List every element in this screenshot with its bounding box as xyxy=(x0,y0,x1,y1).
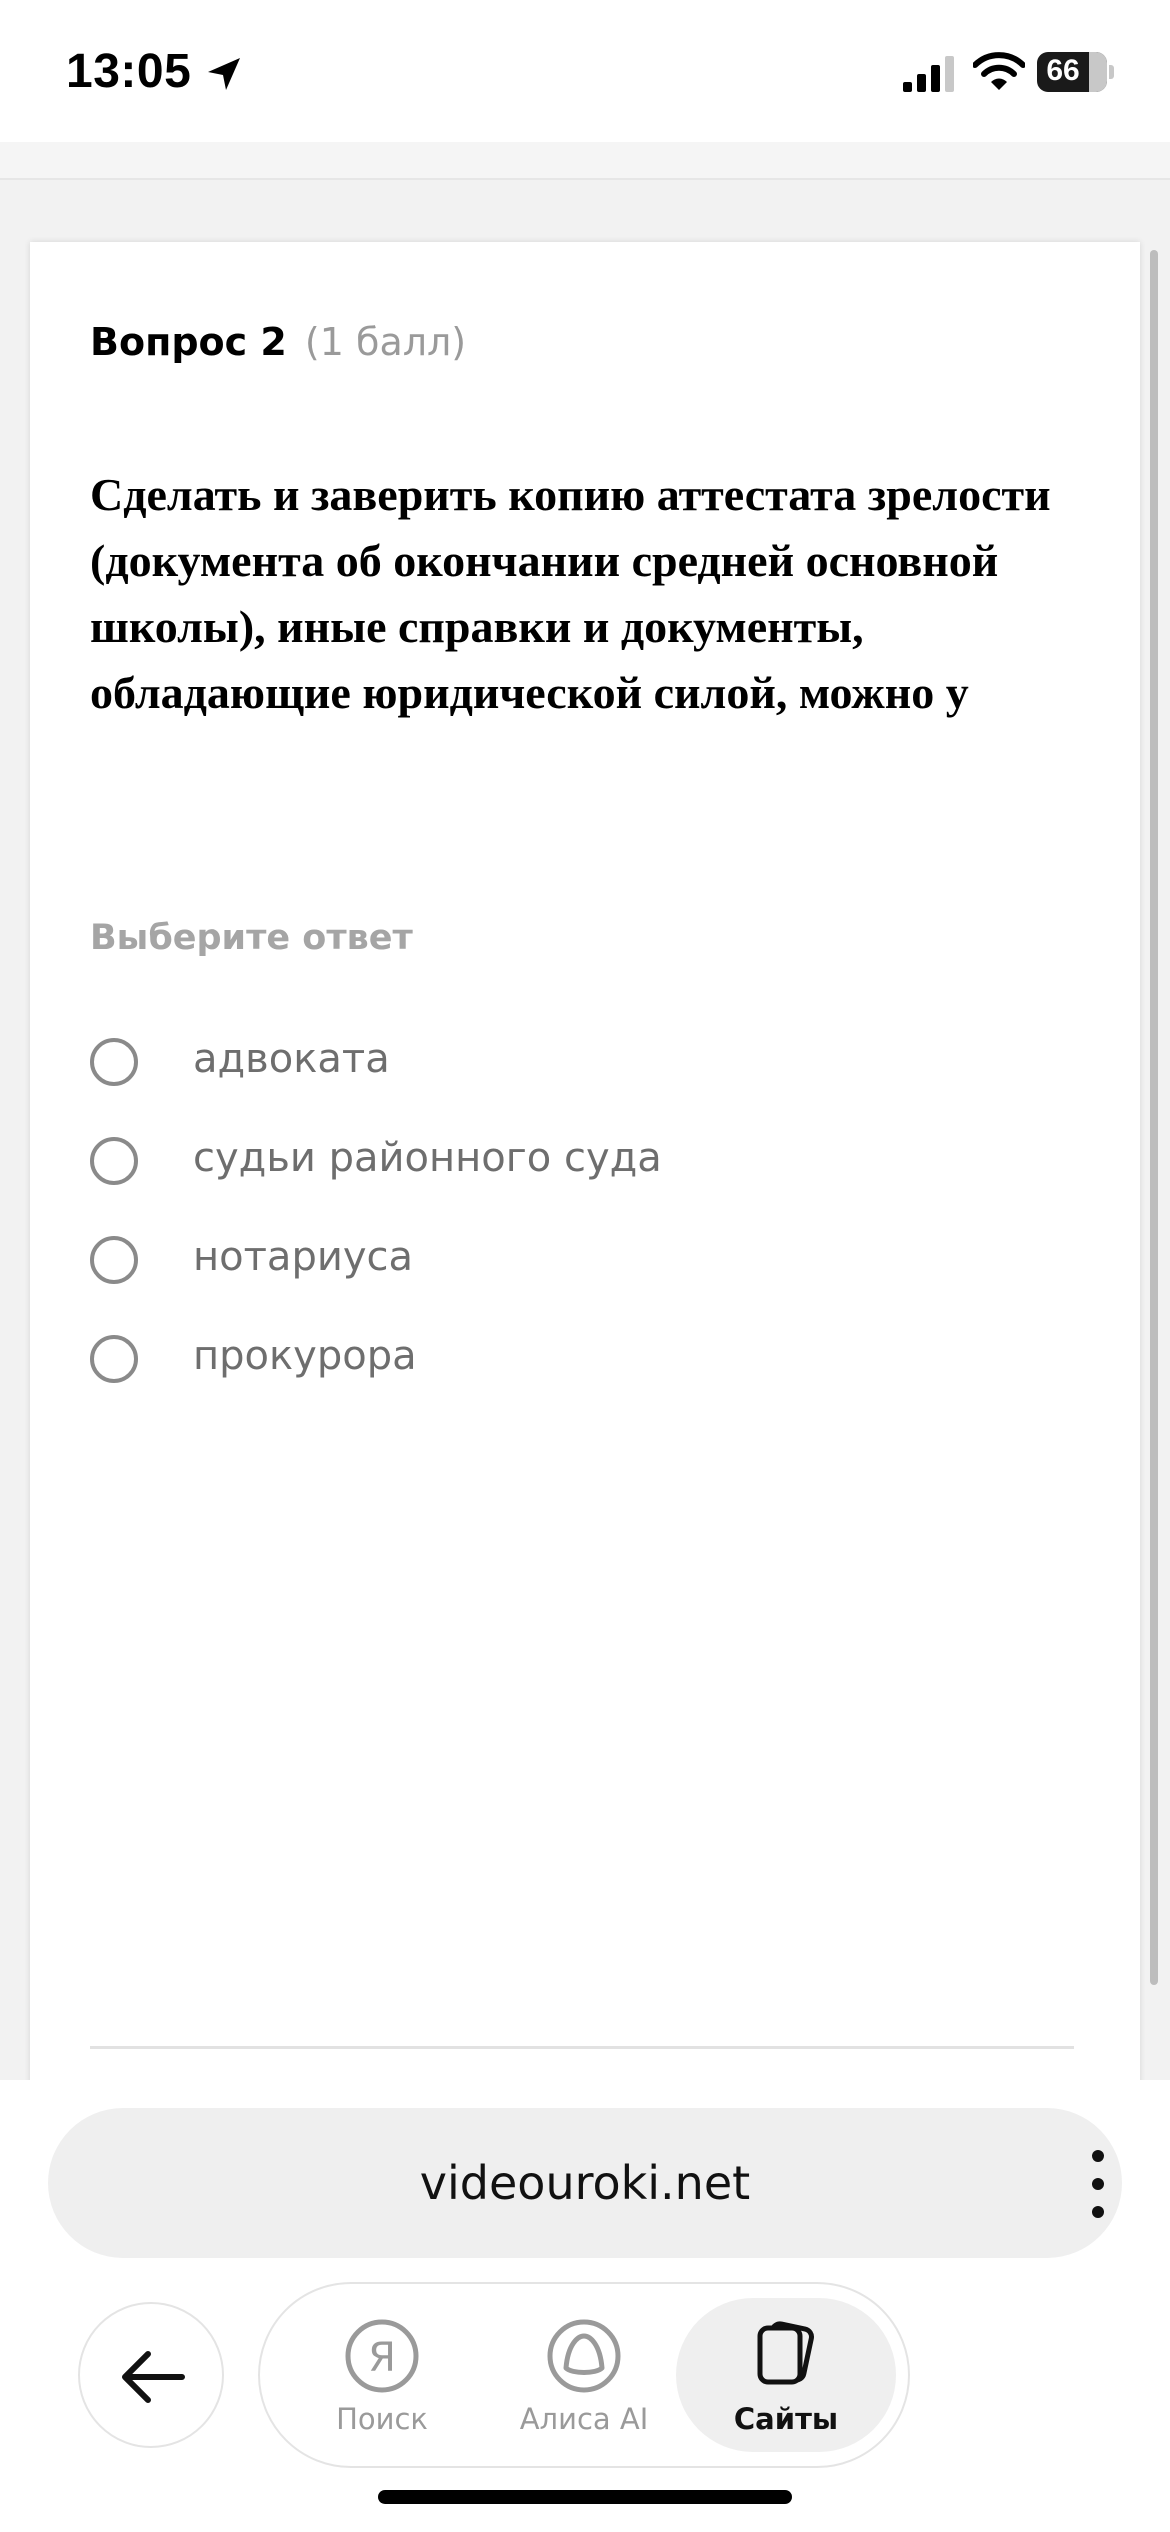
battery-icon: 66 xyxy=(1037,52,1114,92)
answer-option-label[interactable]: судьи районного суда xyxy=(193,1135,662,1181)
answer-option[interactable]: нотариуса xyxy=(90,1230,1090,1329)
battery-level: 66 xyxy=(1046,54,1080,87)
tab-sites[interactable]: Сайты xyxy=(676,2298,896,2452)
card-divider xyxy=(90,2046,1074,2049)
question-points: (1 балл) xyxy=(304,320,467,364)
more-vertical-icon[interactable] xyxy=(1078,2144,1118,2224)
page-scrollbar[interactable] xyxy=(1150,250,1158,1985)
tab-label: Сайты xyxy=(733,2402,839,2436)
wifi-icon xyxy=(973,52,1025,90)
svg-text:Я: Я xyxy=(368,2335,396,2381)
question-text: Сделать и заверить копию аттестата зрело… xyxy=(90,469,1051,718)
answer-option-label[interactable]: нотариуса xyxy=(193,1234,413,1280)
tab-alice[interactable]: Алиса AI xyxy=(474,2298,694,2452)
page-top-strip xyxy=(0,142,1170,180)
back-button[interactable] xyxy=(78,2302,224,2448)
cellular-signal-icon xyxy=(903,56,954,92)
answer-option-label[interactable]: прокурора xyxy=(193,1333,417,1379)
tab-search[interactable]: Я Поиск xyxy=(272,2298,492,2452)
home-indicator xyxy=(378,2490,792,2504)
question-header: Вопрос 2 (1 балл) xyxy=(90,320,466,364)
radio-button[interactable] xyxy=(90,1038,138,1086)
answer-option[interactable]: судьи районного суда xyxy=(90,1131,1090,1230)
radio-button[interactable] xyxy=(90,1137,138,1185)
answer-option[interactable]: адвоката xyxy=(90,1032,1090,1131)
question-card: Вопрос 2 (1 балл) Сделать и заверить коп… xyxy=(30,242,1140,2090)
sites-cards-icon xyxy=(757,2321,814,2385)
status-time: 13:05 xyxy=(66,45,192,98)
yandex-search-icon: Я xyxy=(345,2319,419,2393)
status-bar: 13:05 66 xyxy=(0,0,1170,142)
answer-options: адвоката судьи районного суда нотариуса … xyxy=(90,1032,1090,1428)
answer-option-label[interactable]: адвоката xyxy=(193,1036,390,1082)
arrow-left-icon xyxy=(122,2351,185,2403)
tab-label: Алиса AI xyxy=(519,2402,649,2436)
answer-option[interactable]: прокурора xyxy=(90,1329,1090,1428)
location-arrow-icon xyxy=(208,58,240,90)
radio-button[interactable] xyxy=(90,1236,138,1284)
address-bar-url[interactable]: videouroki.net xyxy=(48,2156,1122,2210)
browser-tab-group: Я Поиск Алиса AI Сайты xyxy=(258,2282,910,2468)
address-bar[interactable]: videouroki.net xyxy=(48,2108,1122,2258)
alice-icon xyxy=(547,2319,621,2393)
question-number: Вопрос 2 xyxy=(90,320,287,364)
answer-prompt: Выберите ответ xyxy=(90,918,413,958)
tab-label: Поиск xyxy=(336,2402,428,2436)
browser-bottom-bar: videouroki.net Я Поиск Алиса AI Сайты xyxy=(0,2080,1170,2532)
radio-button[interactable] xyxy=(90,1335,138,1383)
